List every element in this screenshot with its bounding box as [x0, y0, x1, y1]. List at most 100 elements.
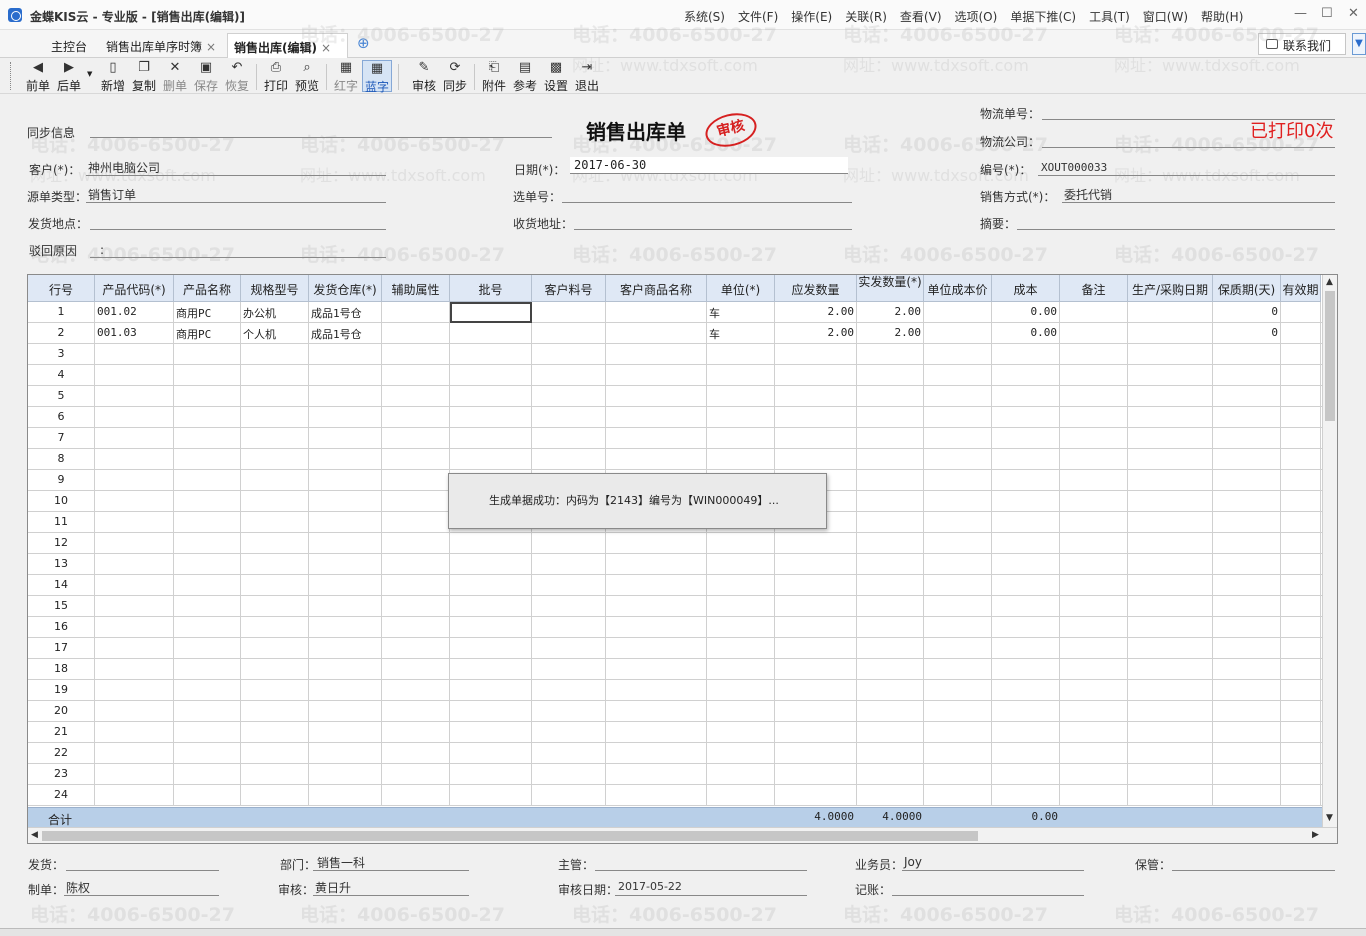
cell-warehouse[interactable]: 成品1号仓 — [309, 302, 382, 323]
cell-due-qty[interactable] — [775, 617, 857, 638]
cell-actual-qty[interactable] — [857, 764, 924, 785]
cell-spec-model[interactable] — [241, 596, 309, 617]
vertical-scrollbar[interactable]: ▲ ▼ — [1322, 275, 1337, 827]
cell-aux-attr[interactable] — [382, 680, 450, 701]
cell-cost[interactable] — [992, 365, 1060, 386]
cell-aux-attr[interactable] — [382, 512, 450, 533]
cell-spec-model[interactable] — [241, 701, 309, 722]
cell-customer-part-no[interactable] — [532, 449, 606, 470]
cell-remark[interactable] — [1060, 617, 1128, 638]
table-row[interactable]: 6 — [28, 407, 1322, 428]
cell-remark[interactable] — [1060, 512, 1128, 533]
cell-remark[interactable] — [1060, 554, 1128, 575]
cell-due-qty[interactable] — [775, 680, 857, 701]
cell-product-code[interactable]: 001.03 — [95, 323, 174, 344]
cell-shelf-life[interactable] — [1213, 701, 1281, 722]
cell-aux-attr[interactable] — [382, 407, 450, 428]
cell-cost[interactable] — [992, 428, 1060, 449]
audit-button[interactable]: ✎ 审核 — [409, 60, 439, 93]
cell-shelf-life[interactable] — [1213, 638, 1281, 659]
cell-customer-part-no[interactable] — [532, 701, 606, 722]
cell-production-date[interactable] — [1128, 470, 1213, 491]
table-row[interactable]: 7 — [28, 428, 1322, 449]
cell-unit-cost[interactable] — [924, 554, 992, 575]
cell-unit-cost[interactable] — [924, 386, 992, 407]
cell-warehouse[interactable] — [309, 428, 382, 449]
cell-aux-attr[interactable] — [382, 617, 450, 638]
salesman-field[interactable]: Joy — [904, 855, 922, 869]
cell-remark[interactable] — [1060, 302, 1128, 323]
table-row[interactable]: 2 001.03 商用PC 个人机 成品1号仓车 2.00 2.00 0.00 0 — [28, 323, 1322, 344]
cell-actual-qty[interactable] — [857, 491, 924, 512]
cell-customer-part-no[interactable] — [532, 365, 606, 386]
cell-expiry-date[interactable] — [1281, 470, 1321, 491]
cell-unit-cost[interactable] — [924, 659, 992, 680]
cell-shelf-life[interactable] — [1213, 344, 1281, 365]
cell-unit[interactable] — [707, 554, 775, 575]
scroll-up-icon[interactable]: ▲ — [1326, 277, 1333, 287]
table-row[interactable]: 5 — [28, 386, 1322, 407]
cell-aux-attr[interactable] — [382, 302, 450, 323]
cell-remark[interactable] — [1060, 407, 1128, 428]
vertical-scroll-thumb[interactable] — [1325, 291, 1335, 421]
cell-production-date[interactable] — [1128, 386, 1213, 407]
table-row[interactable]: 17 — [28, 638, 1322, 659]
cell-spec-model[interactable] — [241, 533, 309, 554]
cell-spec-model[interactable] — [241, 575, 309, 596]
cell-warehouse[interactable] — [309, 554, 382, 575]
cell-product-name[interactable] — [174, 722, 241, 743]
col-header-customer-product-name[interactable]: 客户商品名称 — [606, 275, 707, 302]
cell-product-name[interactable] — [174, 365, 241, 386]
col-header-warehouse[interactable]: 发货仓库(*) — [309, 275, 382, 302]
menu-help[interactable]: 帮助(H) — [1201, 8, 1243, 25]
red-entry-button[interactable]: ▦ 红字 — [331, 60, 361, 93]
cell-batch-no[interactable] — [450, 428, 532, 449]
cell-due-qty[interactable] — [775, 764, 857, 785]
cell-shelf-life[interactable] — [1213, 575, 1281, 596]
cell-product-name[interactable] — [174, 512, 241, 533]
cell-warehouse[interactable] — [309, 638, 382, 659]
cell-unit[interactable] — [707, 365, 775, 386]
cell-batch-no[interactable] — [450, 533, 532, 554]
sync-info-field[interactable] — [90, 137, 552, 138]
cell-unit-cost[interactable] — [924, 365, 992, 386]
cell-shelf-life[interactable] — [1213, 554, 1281, 575]
cell-production-date[interactable] — [1128, 743, 1213, 764]
cell-actual-qty[interactable] — [857, 638, 924, 659]
cell-batch-no[interactable] — [450, 323, 532, 344]
cell-due-qty[interactable] — [775, 785, 857, 806]
cell-product-code[interactable] — [95, 491, 174, 512]
cell-unit-cost[interactable] — [924, 323, 992, 344]
cell-unit[interactable] — [707, 386, 775, 407]
cell-cost[interactable] — [992, 575, 1060, 596]
menu-system[interactable]: 系统(S) — [684, 8, 725, 25]
cell-customer-part-no[interactable] — [532, 428, 606, 449]
cell-product-name[interactable]: 商用PC — [174, 323, 241, 344]
col-header-shelf-life[interactable]: 保质期(天) — [1213, 275, 1281, 302]
cell-customer-part-no[interactable] — [532, 344, 606, 365]
cell-cost[interactable]: 0.00 — [992, 323, 1060, 344]
success-dialog[interactable]: 生成单据成功：内码为【2143】编号为【WIN000049】... — [448, 473, 827, 529]
settings-button[interactable]: ▩ 设置 — [541, 60, 571, 93]
cell-expiry-date[interactable] — [1281, 596, 1321, 617]
cell-aux-attr[interactable] — [382, 449, 450, 470]
delete-button[interactable]: ✕ 删单 — [160, 60, 190, 93]
col-header-unit[interactable]: 单位(*) — [707, 275, 775, 302]
cell-customer-part-no[interactable] — [532, 743, 606, 764]
cell-customer-product-name[interactable] — [606, 701, 707, 722]
cell-product-code[interactable] — [95, 659, 174, 680]
cell-actual-qty[interactable]: 2.00 — [857, 302, 924, 323]
cell-shelf-life[interactable] — [1213, 533, 1281, 554]
horizontal-scrollbar[interactable]: ◀ ▶ — [28, 827, 1337, 843]
cell-actual-qty[interactable] — [857, 701, 924, 722]
col-header-production-date[interactable]: 生产/采购日期 — [1128, 275, 1213, 302]
cell-due-qty[interactable] — [775, 743, 857, 764]
close-button[interactable]: ✕ — [1348, 6, 1359, 21]
cell-product-code[interactable] — [95, 617, 174, 638]
cell-customer-product-name[interactable] — [606, 386, 707, 407]
col-header-unit-cost[interactable]: 单位成本价 — [924, 275, 992, 302]
cell-due-qty[interactable] — [775, 449, 857, 470]
cell-product-name[interactable] — [174, 554, 241, 575]
cell-product-code[interactable] — [95, 365, 174, 386]
cell-actual-qty[interactable] — [857, 785, 924, 806]
